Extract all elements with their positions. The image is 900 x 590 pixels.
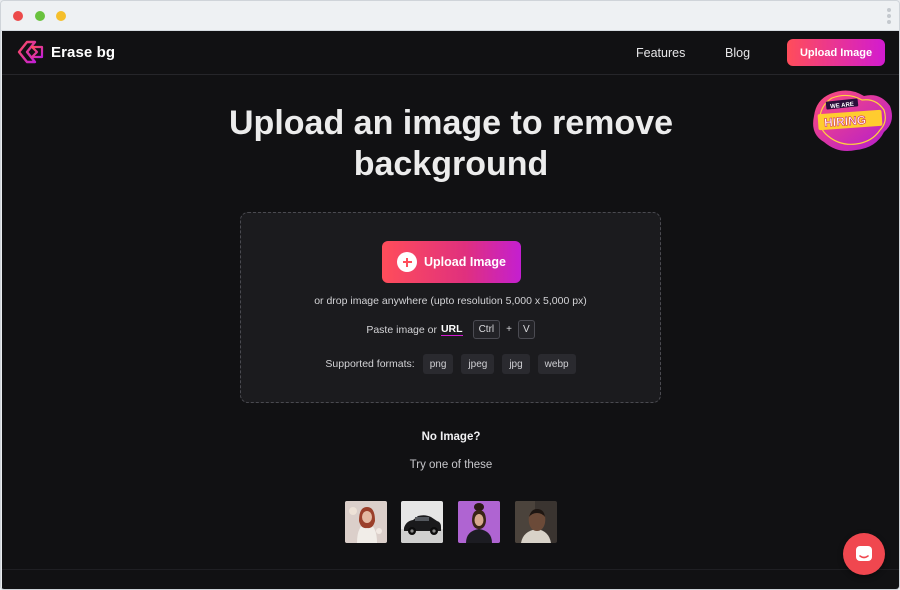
app-page: Erase bg Features Blog Upload Image Uplo… — [2, 31, 899, 589]
brand-logo[interactable]: Erase bg — [17, 40, 115, 64]
nav-upload-image-button[interactable]: Upload Image — [787, 39, 885, 66]
format-badge-png: png — [422, 354, 454, 374]
key-ctrl: Ctrl — [472, 320, 501, 339]
kebab-menu-icon[interactable] — [887, 8, 891, 24]
sample-image-man-portrait[interactable] — [515, 501, 557, 543]
browser-window: Erase bg Features Blog Upload Image Uplo… — [0, 0, 900, 590]
maximize-window-button[interactable] — [56, 11, 66, 21]
badge-main-text: HIRING — [824, 113, 867, 130]
format-badge-webp: webp — [537, 354, 576, 374]
chat-icon — [856, 546, 872, 561]
window-titlebar — [1, 1, 899, 31]
supported-formats-row: Supported formats: png jpeg jpg webp — [241, 354, 660, 374]
page-title-line-1: Upload an image to remove — [229, 104, 673, 142]
brand-name: Erase bg — [51, 43, 116, 61]
format-badge-jpg: jpg — [502, 354, 530, 374]
url-link[interactable]: URL — [440, 323, 463, 336]
page-title-line-2: background — [353, 145, 549, 183]
key-plus-sign: + — [506, 324, 512, 335]
upload-dropzone[interactable]: Upload Image or drop image anywhere (upt… — [240, 212, 661, 403]
formats-label: Supported formats: — [325, 358, 415, 370]
erase-bg-logo-icon — [17, 40, 44, 64]
plus-circle-icon — [397, 252, 417, 272]
format-badge-jpeg: jpeg — [461, 354, 495, 374]
nav-link-features[interactable]: Features — [636, 46, 685, 60]
try-samples-subheading: Try one of these — [409, 459, 493, 471]
no-image-heading: No Image? — [421, 431, 481, 443]
drop-hint-text: or drop image anywhere (upto resolution … — [314, 295, 587, 307]
we-are-hiring-badge[interactable]: WE ARE HIRING — [810, 88, 894, 154]
upload-image-button[interactable]: Upload Image — [382, 241, 521, 283]
chat-launcher-button[interactable] — [843, 533, 885, 575]
paste-row: Paste image or URL Ctrl + V — [241, 320, 660, 339]
close-window-button[interactable] — [13, 11, 23, 21]
page-title: Upload an image to remove background — [2, 103, 899, 185]
top-navbar: Erase bg Features Blog Upload Image — [2, 31, 899, 75]
footer-divider — [2, 569, 899, 570]
paste-text: Paste image or — [366, 323, 437, 336]
minimize-window-button[interactable] — [35, 11, 45, 21]
sample-image-woman-purple-background[interactable] — [458, 501, 500, 543]
sample-image-woman-portrait[interactable] — [345, 501, 387, 543]
sample-image-black-car[interactable] — [401, 501, 443, 543]
upload-image-button-label: Upload Image — [424, 255, 506, 269]
nav-link-blog[interactable]: Blog — [725, 46, 750, 60]
key-v: V — [517, 320, 535, 339]
sample-images — [345, 501, 559, 543]
